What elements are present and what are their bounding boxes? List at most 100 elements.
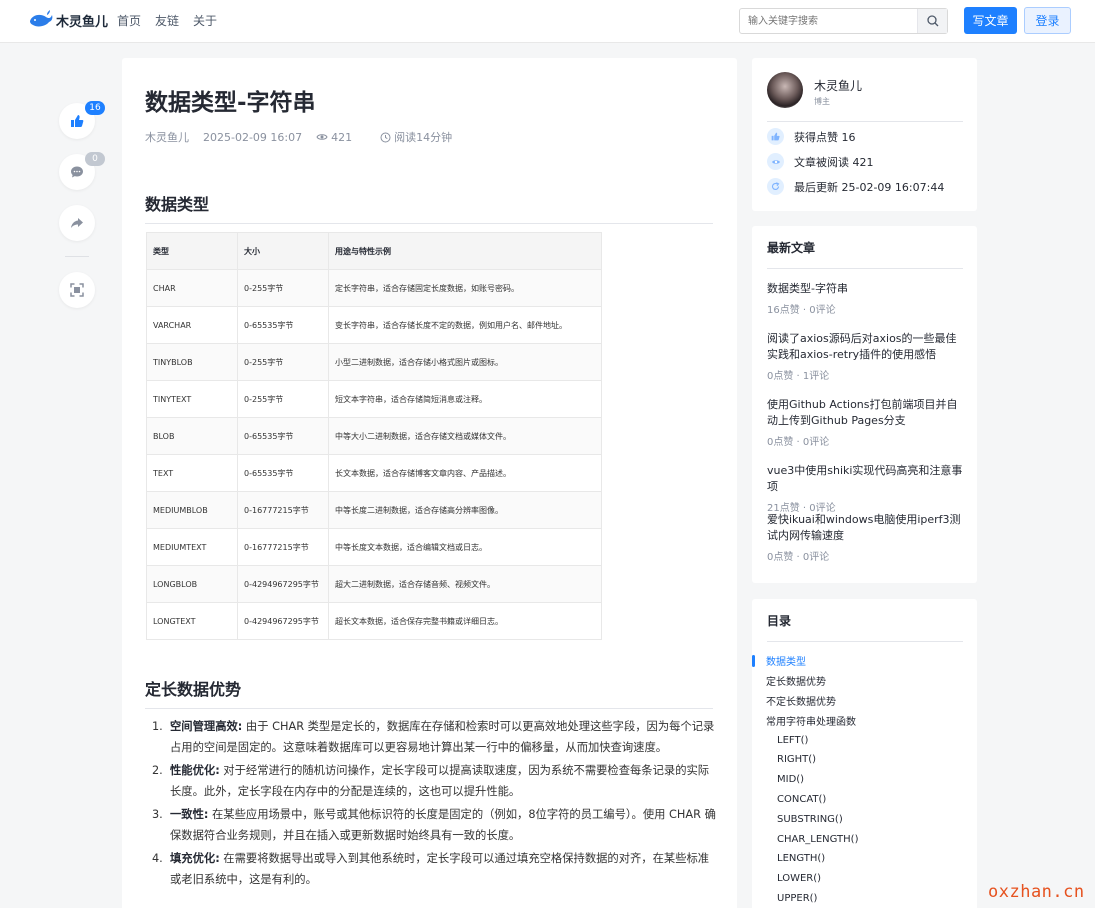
list-number: 2. xyxy=(152,764,163,777)
eye-icon xyxy=(316,134,328,140)
table-cell: 定长字符串，适合存储固定长度数据，如账号密码。 xyxy=(328,269,602,307)
table-row: LONGTEXT 0-4294967295字节 超长文本数据，适合保存完整书籍或详细… xyxy=(146,602,602,640)
stat-likes-text: 获得点赞 16 xyxy=(794,130,856,144)
table-row: MEDIUMTEXT 0-16777215字节 中等长度文本数据，适合编辑文档或日志… xyxy=(146,528,602,566)
nav-about[interactable]: 关于 xyxy=(193,12,217,29)
table-cell: 0-65535字节 xyxy=(237,306,329,344)
toc-item-lower[interactable]: LOWER() xyxy=(752,869,977,889)
list-item: 4. 填充优化: 在需要将数据导出或导入到其他系统时，定长字段可以通过填充空格保持… xyxy=(152,848,717,890)
search-input[interactable] xyxy=(740,9,918,34)
table-cell: 0-65535字节 xyxy=(237,417,329,455)
table-cell: 0-65535字节 xyxy=(237,454,329,492)
main-nav: 首页 友链 关于 xyxy=(117,12,231,29)
read-time-text: 阅读14分钟 xyxy=(394,131,453,144)
table-cell: 短文本字符串，适合存储简短消息或注释。 xyxy=(328,380,602,418)
table-cell: TINYBLOB xyxy=(146,343,238,381)
table-cell: 中等长度文本数据，适合编辑文档或日志。 xyxy=(328,528,602,566)
article-meta: 木灵鱼儿 2025-02-09 16:07 421 阅读14分钟 xyxy=(145,129,480,145)
nav-friends[interactable]: 友链 xyxy=(155,12,179,29)
toc-item-length[interactable]: LENGTH() xyxy=(752,849,977,869)
search-button[interactable] xyxy=(917,9,947,33)
share-icon xyxy=(71,218,83,228)
table-row: CHAR 0-255字节 定长字符串，适合存储固定长度数据，如账号密码。 xyxy=(146,269,602,307)
comment-button[interactable]: 0 xyxy=(59,152,105,190)
list-item-heading: 填充优化: xyxy=(170,852,220,865)
table-cell: 超大二进制数据，适合存储音频、视频文件。 xyxy=(328,565,602,603)
list-item[interactable]: 阅读了axios源码后对axios的一些最佳实践和axios-retry插件的使… xyxy=(767,331,963,382)
table-cell: MEDIUMBLOB xyxy=(146,491,238,529)
table-cell: BLOB xyxy=(146,417,238,455)
table-row: BLOB 0-65535字节 中等大小二进制数据，适合存储文档或媒体文件。 xyxy=(146,417,602,455)
toc-item-string-functions[interactable]: 常用字符串处理函数 xyxy=(752,710,977,730)
write-article-button[interactable]: 写文章 xyxy=(964,7,1017,34)
list-item[interactable]: vue3中使用shiki实现代码高亮和注意事项 21点赞 · 0评论 xyxy=(767,463,963,514)
table-cell: 0-255字节 xyxy=(237,269,329,307)
table-row: TINYBLOB 0-255字节 小型二进制数据，适合存储小格式图片或图标。 xyxy=(146,343,602,381)
site-watermark: oxzhan.cn xyxy=(988,882,1085,902)
toc-item-mid[interactable]: MID() xyxy=(752,770,977,790)
recent-article-title[interactable]: 数据类型-字符串 xyxy=(767,281,963,297)
toc-item-substring[interactable]: SUBSTRING() xyxy=(752,809,977,829)
table-cell: 中等长度二进制数据，适合存储高分辨率图像。 xyxy=(328,491,602,529)
login-button[interactable]: 登录 xyxy=(1024,7,1071,34)
recent-article-title[interactable]: 阅读了axios源码后对axios的一些最佳实践和axios-retry插件的使… xyxy=(767,331,963,363)
toc-item-data-types[interactable]: 数据类型 xyxy=(752,651,977,671)
like-button[interactable]: 16 xyxy=(59,101,105,139)
thumbs-up-icon xyxy=(767,128,784,145)
article-views: 421 xyxy=(316,131,366,144)
table-cell: 小型二进制数据，适合存储小格式图片或图标。 xyxy=(328,343,602,381)
site-logo[interactable]: 木灵鱼儿 xyxy=(28,9,108,31)
list-item[interactable]: 爱快ikuai和windows电脑使用iperf3测试内网传输速度 0点赞 · … xyxy=(767,512,963,563)
list-number: 3. xyxy=(152,808,163,821)
clock-icon xyxy=(380,132,391,142)
toc-item-left[interactable]: LEFT() xyxy=(752,730,977,750)
list-item-heading: 一致性: xyxy=(170,808,209,821)
list-item[interactable]: 数据类型-字符串 16点赞 · 0评论 xyxy=(767,281,963,316)
table-cell: 0-4294967295字节 xyxy=(237,565,329,603)
table-row: VARCHAR 0-65535字节 变长字符串，适合存储长度不定的数据，例如用户名、… xyxy=(146,306,602,344)
table-cell: 0-255字节 xyxy=(237,380,329,418)
toc-item-variable-length[interactable]: 不定长数据优势 xyxy=(752,691,977,711)
fullscreen-button[interactable] xyxy=(59,272,95,308)
recent-article-title[interactable]: vue3中使用shiki实现代码高亮和注意事项 xyxy=(767,463,963,495)
data-types-table: 类型 大小 用途与特性示例 CHAR 0-255字节 定长字符串，适合存储固定长度数… xyxy=(146,232,602,640)
stat-updated: 最后更新 25-02-09 16:07:44 xyxy=(767,178,944,195)
list-item[interactable]: 使用Github Actions打包前端项目并自动上传到Github Pages… xyxy=(767,397,963,448)
table-row: MEDIUMBLOB 0-16777215字节 中等长度二进制数据，适合存储高分辨率… xyxy=(146,491,602,529)
table-row: TEXT 0-65535字节 长文本数据，适合存储博客文章内容、产品描述。 xyxy=(146,454,602,492)
table-cell: 0-4294967295字节 xyxy=(237,602,329,640)
list-item-body: 在某些应用场景中，账号或其他标识符的长度是固定的（例如，8位字符的员工编号）。使… xyxy=(170,808,716,842)
article-author[interactable]: 木灵鱼儿 xyxy=(145,129,189,145)
stat-reads-text: 文章被阅读 421 xyxy=(794,155,874,169)
top-header: 木灵鱼儿 首页 友链 关于 写文章 登录 xyxy=(0,0,1095,43)
table-row: TINYTEXT 0-255字节 短文本字符串，适合存储简短消息或注释。 xyxy=(146,380,602,418)
whale-logo-icon xyxy=(30,10,53,27)
section-divider xyxy=(145,708,713,709)
table-cell: 中等大小二进制数据，适合存储文档或媒体文件。 xyxy=(328,417,602,455)
share-button[interactable] xyxy=(59,205,95,241)
author-name[interactable]: 木灵鱼儿 xyxy=(814,77,862,94)
eye-icon xyxy=(767,153,784,170)
recent-article-meta: 0点赞 · 1评论 xyxy=(767,371,830,382)
recent-article-title[interactable]: 使用Github Actions打包前端项目并自动上传到Github Pages… xyxy=(767,397,963,429)
author-avatar[interactable] xyxy=(767,72,803,108)
table-cell: 超长文本数据，适合保存完整书籍或详细日志。 xyxy=(328,602,602,640)
author-card: 木灵鱼儿 博主 获得点赞 16 文章被阅读 421 最后更新 25-02-09 … xyxy=(752,58,977,211)
table-cell: 长文本数据，适合存储博客文章内容、产品描述。 xyxy=(328,454,602,492)
list-item-heading: 性能优化: xyxy=(170,764,220,777)
table-of-contents-card: 目录 数据类型 定长数据优势 不定长数据优势 常用字符串处理函数 LEFT() … xyxy=(752,599,977,908)
toc-item-char-length[interactable]: CHAR_LENGTH() xyxy=(752,829,977,849)
table-cell: 变长字符串，适合存储长度不定的数据，例如用户名、邮件地址。 xyxy=(328,306,602,344)
toc-item-fixed-length[interactable]: 定长数据优势 xyxy=(752,671,977,691)
toc-item-concat[interactable]: CONCAT() xyxy=(752,790,977,810)
toc-title: 目录 xyxy=(767,614,792,628)
toc-item-right[interactable]: RIGHT() xyxy=(752,750,977,770)
actions-divider xyxy=(65,256,89,257)
stat-reads: 文章被阅读 421 xyxy=(767,153,874,170)
toc-item-upper[interactable]: UPPER() xyxy=(752,889,977,908)
recent-article-title[interactable]: 爱快ikuai和windows电脑使用iperf3测试内网传输速度 xyxy=(767,512,963,544)
nav-home[interactable]: 首页 xyxy=(117,12,141,29)
recent-article-meta: 0点赞 · 0评论 xyxy=(767,437,830,448)
table-row: LONGBLOB 0-4294967295字节 超大二进制数据，适合存储音频、视频文… xyxy=(146,565,602,603)
list-item: 2. 性能优化: 对于经常进行的随机访问操作，定长字段可以提高读取速度，因为系统不… xyxy=(152,760,717,802)
